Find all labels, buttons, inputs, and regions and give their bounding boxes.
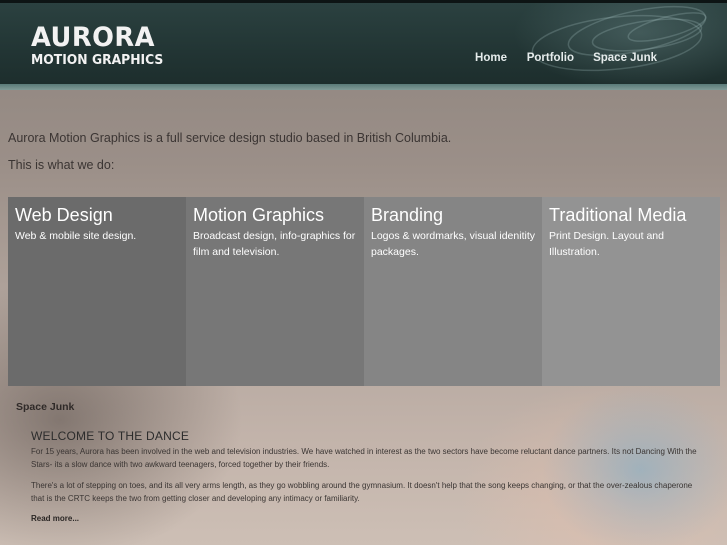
blog-section-label: Space Junk xyxy=(16,401,75,413)
site-header: AURORA MOTION GRAPHICS Home Portfolio Sp… xyxy=(0,0,727,84)
logo-tagline: MOTION GRAPHICS xyxy=(31,53,164,68)
nav-portfolio[interactable]: Portfolio xyxy=(527,52,574,64)
services-grid: Web Design Web & mobile site design. Mot… xyxy=(8,197,720,386)
intro-subtext: This is what we do: xyxy=(8,158,115,172)
service-description: Web & mobile site design. xyxy=(15,230,137,242)
logo-wordmark: AURORA xyxy=(31,22,155,53)
service-description: Broadcast design, info-graphics for film… xyxy=(193,230,356,258)
site-logo[interactable]: AURORA MOTION GRAPHICS xyxy=(31,23,170,69)
service-title: Motion Graphics xyxy=(193,205,325,225)
post-paragraph-1: For 15 years, Aurora has been involved i… xyxy=(31,447,697,469)
nav-space-junk[interactable]: Space Junk xyxy=(593,52,657,64)
service-title: Branding xyxy=(371,205,444,225)
read-more-link[interactable]: Read more... xyxy=(31,514,79,523)
nav-home[interactable]: Home xyxy=(475,52,507,64)
service-title: Web Design xyxy=(15,205,113,225)
service-description: Logos & wordmarks, visual idenitity pack… xyxy=(371,230,535,258)
swirl-decoration xyxy=(531,5,707,72)
service-branding[interactable]: Branding Logos & wordmarks, visual ideni… xyxy=(364,197,542,386)
service-traditional-media[interactable]: Traditional Media Print Design. Layout a… xyxy=(542,197,720,386)
service-motion-graphics[interactable]: Motion Graphics Broadcast design, info-g… xyxy=(186,197,364,386)
post-paragraph-2: There's a lot of stepping on toes, and i… xyxy=(31,481,693,503)
service-web-design[interactable]: Web Design Web & mobile site design. xyxy=(8,197,186,386)
header-divider xyxy=(0,84,727,90)
post-title[interactable]: WELCOME TO THE DANCE xyxy=(31,429,189,443)
service-description: Print Design. Layout and Illustration. xyxy=(549,230,664,258)
service-title: Traditional Media xyxy=(549,205,687,225)
intro-text: Aurora Motion Graphics is a full service… xyxy=(8,131,452,145)
